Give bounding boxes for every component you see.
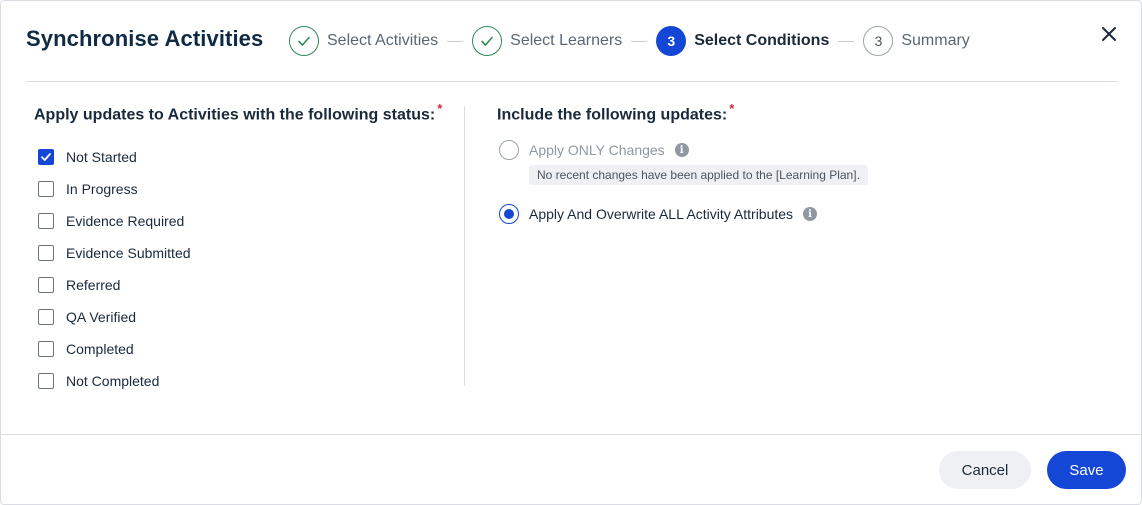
step-select-conditions[interactable]: 3 Select Conditions xyxy=(656,26,829,56)
checkbox-box[interactable] xyxy=(38,341,54,357)
checkbox-not-started[interactable]: Not Started xyxy=(38,141,191,173)
checkbox-label: Evidence Submitted xyxy=(66,245,191,261)
status-checkbox-list: Not Started In Progress Evidence Require… xyxy=(38,141,191,397)
header-divider xyxy=(26,81,1118,82)
checkbox-box[interactable] xyxy=(38,245,54,261)
checkbox-evidence-required[interactable]: Evidence Required xyxy=(38,205,191,237)
checkbox-box[interactable] xyxy=(38,309,54,325)
checkbox-completed[interactable]: Completed xyxy=(38,333,191,365)
checkbox-box[interactable] xyxy=(38,181,54,197)
step-number: 3 xyxy=(863,26,894,56)
footer-divider xyxy=(1,434,1141,435)
checkbox-box[interactable] xyxy=(38,213,54,229)
step-label: Select Activities xyxy=(327,32,439,49)
cancel-button[interactable]: Cancel xyxy=(939,451,1031,489)
step-label: Select Conditions xyxy=(694,32,830,49)
dialog-title: Synchronise Activities xyxy=(26,26,264,51)
checkbox-checked-icon[interactable] xyxy=(38,149,54,165)
radio-apply-only-changes[interactable]: Apply ONLY Changes i xyxy=(499,140,689,160)
column-divider xyxy=(464,106,465,386)
checkbox-label: Not Completed xyxy=(66,373,160,389)
radio-label: Apply ONLY Changes xyxy=(529,142,665,158)
updates-heading: Include the following updates: * xyxy=(497,101,1117,124)
save-button[interactable]: Save xyxy=(1047,451,1126,489)
radio-button[interactable] xyxy=(499,204,519,224)
updates-heading-text: Include the following updates: xyxy=(497,106,728,124)
checkbox-box[interactable] xyxy=(38,373,54,389)
checkbox-label: Not Started xyxy=(66,149,137,165)
step-number: 3 xyxy=(656,26,687,56)
step-select-activities[interactable]: Select Activities xyxy=(289,26,438,56)
checkbox-label: Evidence Required xyxy=(66,213,185,229)
close-button[interactable] xyxy=(1097,22,1121,46)
step-separator xyxy=(838,40,855,42)
no-changes-note: No recent changes have been applied to t… xyxy=(529,165,868,185)
checkbox-not-completed[interactable]: Not Completed xyxy=(38,365,191,397)
close-icon xyxy=(1102,27,1116,41)
status-heading-text: Apply updates to Activities with the fol… xyxy=(34,106,436,124)
checkbox-qa-verified[interactable]: QA Verified xyxy=(38,301,191,333)
required-mark: * xyxy=(729,101,735,116)
radio-label: Apply And Overwrite ALL Activity Attribu… xyxy=(529,206,794,222)
step-label: Select Learners xyxy=(510,32,623,49)
checkbox-label: Referred xyxy=(66,277,121,293)
required-mark: * xyxy=(437,101,443,116)
info-icon[interactable]: i xyxy=(674,143,689,157)
checkbox-in-progress[interactable]: In Progress xyxy=(38,173,191,205)
info-icon[interactable]: i xyxy=(803,207,818,221)
synchronise-activities-dialog: Synchronise Activities Select Activities… xyxy=(0,0,1142,505)
step-summary[interactable]: 3 Summary xyxy=(863,26,970,56)
checkbox-label: QA Verified xyxy=(66,309,137,325)
checkbox-referred[interactable]: Referred xyxy=(38,269,191,301)
updates-section: Include the following updates: * Apply ON… xyxy=(497,101,1117,224)
radio-apply-and-overwrite[interactable]: Apply And Overwrite ALL Activity Attribu… xyxy=(499,204,818,224)
status-heading: Apply updates to Activities with the fol… xyxy=(34,101,454,124)
radio-selected-dot xyxy=(504,209,514,219)
radio-button[interactable] xyxy=(499,140,519,160)
step-label: Summary xyxy=(901,32,970,49)
step-select-learners[interactable]: Select Learners xyxy=(472,26,622,56)
status-section: Apply updates to Activities with the fol… xyxy=(34,101,454,389)
step-separator xyxy=(631,40,648,42)
checkbox-evidence-submitted[interactable]: Evidence Submitted xyxy=(38,237,191,269)
checkbox-label: In Progress xyxy=(66,181,138,197)
dialog-header: Synchronise Activities Select Activities… xyxy=(1,1,1141,82)
checkbox-label: Completed xyxy=(66,341,134,357)
step-separator xyxy=(447,40,464,42)
wizard-stepper: Select Activities Select Learners 3 Sele… xyxy=(289,26,970,56)
checkbox-box[interactable] xyxy=(38,277,54,293)
step-complete-check-icon xyxy=(472,26,503,56)
step-complete-check-icon xyxy=(289,26,319,56)
